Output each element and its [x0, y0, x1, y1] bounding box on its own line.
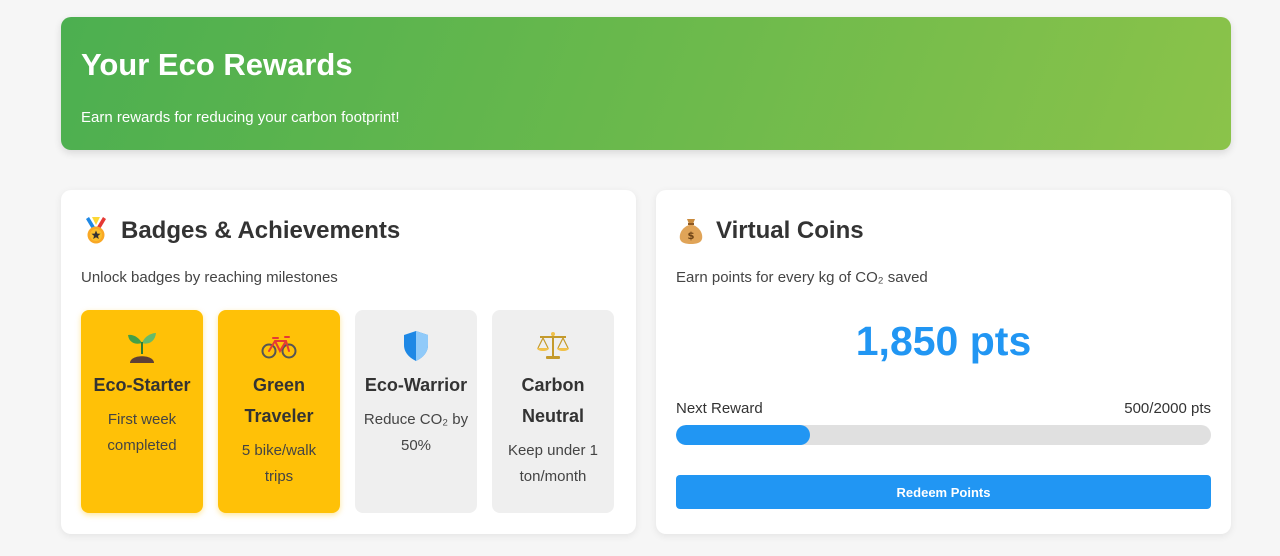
badge-green-traveler[interactable]: Green Traveler 5 bike/walk trips [218, 310, 340, 513]
seedling-icon [81, 328, 203, 364]
badge-eco-starter[interactable]: Eco-Starter First week completed [81, 310, 203, 513]
points-total: 1,850 pts [855, 318, 1032, 364]
badge-name: Eco-Warrior [364, 375, 468, 395]
badge-name: Green Traveler [244, 375, 314, 426]
badge-description: First week completed [107, 411, 177, 454]
reward-progress-bar [676, 425, 1211, 445]
svg-text:$: $ [688, 231, 695, 242]
badges-card-title: Badges & Achievements [81, 216, 400, 246]
page-title: Your Eco Rewards [81, 47, 353, 82]
coins-card-title: $ Virtual Coins [676, 216, 864, 246]
coins-title-text: Virtual Coins [716, 217, 864, 244]
badge-name: Eco-Starter [93, 375, 191, 395]
badge-description: 5 bike/walk trips [241, 442, 317, 485]
scales-icon [492, 328, 614, 364]
coins-card: $ Virtual Coins Earn points for every kg… [656, 190, 1231, 534]
bicycle-icon [218, 328, 340, 364]
page-subtitle: Earn rewards for reducing your carbon fo… [81, 109, 400, 126]
next-reward-value: 500/2000 pts [1124, 400, 1211, 417]
redeem-points-button[interactable]: Redeem Points [676, 475, 1211, 509]
badges-card: Badges & Achievements Unlock badges by r… [61, 190, 636, 534]
badge-description: Keep under 1 ton/month [507, 442, 599, 485]
coins-subtitle: Earn points for every kg of CO₂ saved [676, 269, 928, 286]
badges-subtitle: Unlock badges by reaching milestones [81, 269, 338, 286]
medal-icon [81, 216, 111, 246]
badge-eco-warrior[interactable]: Eco-Warrior Reduce CO₂ by 50% [355, 310, 477, 513]
rewards-header: Your Eco Rewards Earn rewards for reduci… [61, 17, 1231, 150]
reward-progress-fill [676, 425, 810, 445]
money-bag-icon: $ [676, 216, 706, 246]
badge-carbon-neutral[interactable]: Carbon Neutral Keep under 1 ton/month [492, 310, 614, 513]
next-reward-label: Next Reward [676, 400, 763, 417]
badges-title-text: Badges & Achievements [121, 217, 401, 244]
badge-description: Reduce CO₂ by 50% [363, 411, 469, 454]
badge-name: Carbon Neutral [521, 375, 585, 426]
badge-list: Eco-Starter First week completed Green T… [81, 310, 614, 513]
shield-icon [355, 328, 477, 364]
